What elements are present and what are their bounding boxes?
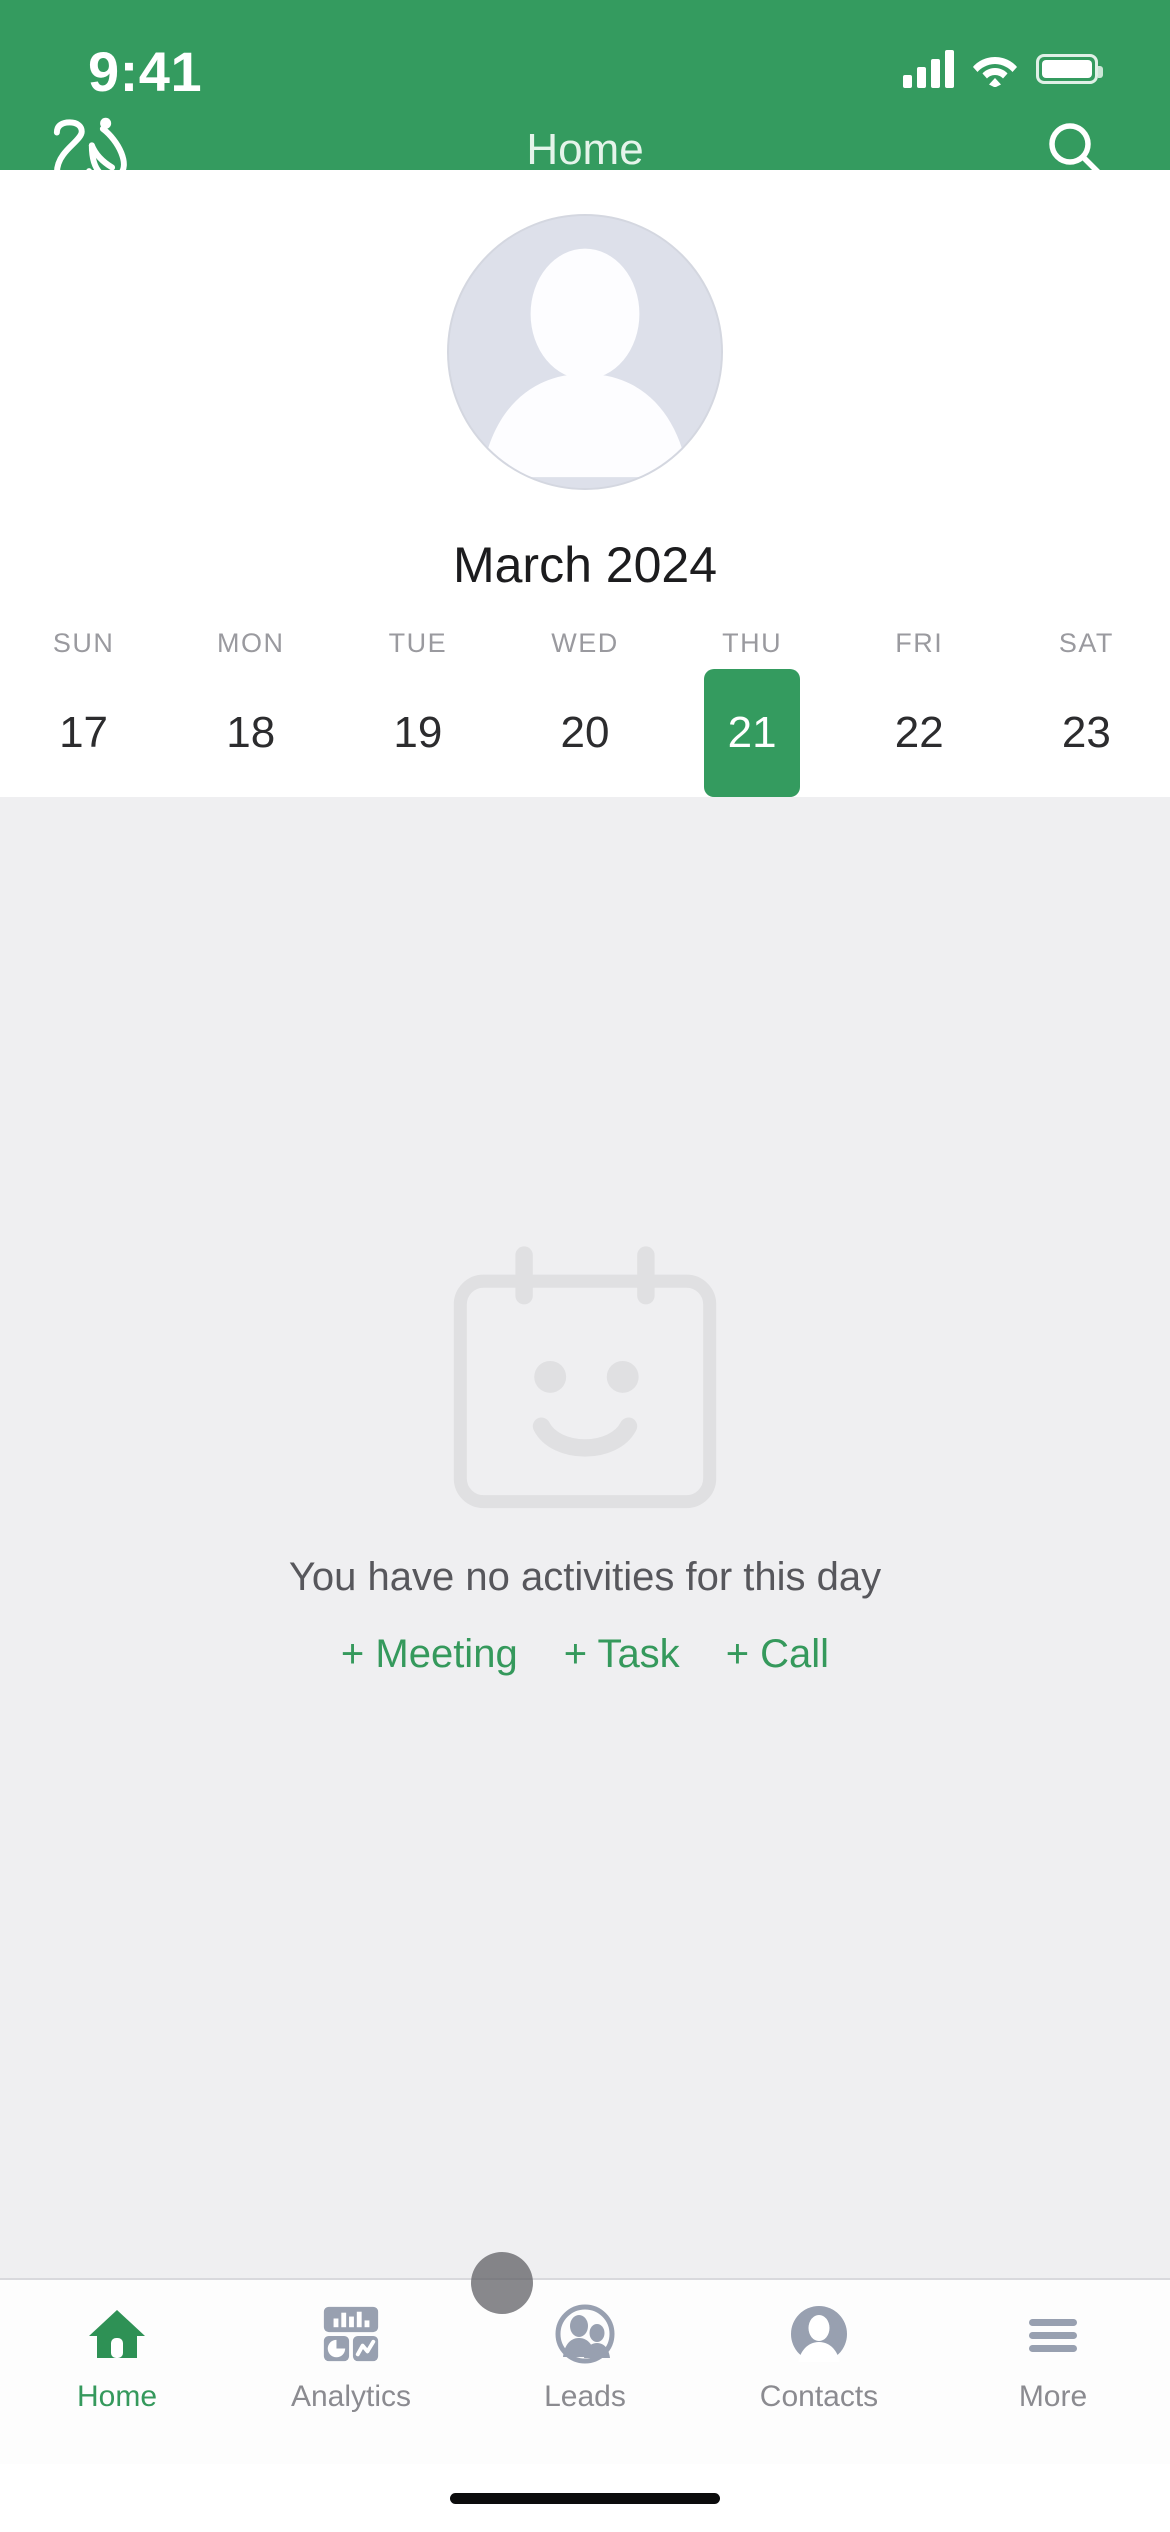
bottom-tab-bar: Home Analytics Leads Contacts More [0,2252,1170,2464]
date-cell[interactable]: 17 [0,669,167,797]
date-cell[interactable]: 21 [669,669,836,797]
touch-indicator [471,2252,533,2314]
weekday-label-sat: SAT [1058,628,1114,658]
date-18[interactable]: 18 [203,669,299,797]
signal-bars-icon [903,50,954,88]
weekday-label-tue: TUE [388,628,448,658]
page-title: Home [526,125,644,174]
weekday-label-mon: MON [216,628,285,658]
date-21-selected[interactable]: 21 [704,669,801,797]
date-cell[interactable]: 18 [167,669,334,797]
avatar-container[interactable] [0,214,1170,490]
date-17[interactable]: 17 [36,669,132,797]
tab-label-more: More [1018,2380,1088,2413]
quick-action-links: + Meeting + Task + Call [341,1632,829,1677]
tab-analytics[interactable]: Analytics [234,2302,468,2414]
calendar-smiley-icon [453,1245,717,1508]
date-22[interactable]: 22 [871,669,967,797]
home-icon [85,2302,149,2366]
leads-people-icon [553,2302,617,2366]
weekday-header-row: SUN MON TUE WED THU FRI SAT [0,628,1170,659]
tab-label-leads: Leads [544,2380,626,2413]
weekday-label-wed: WED [551,628,619,658]
avatar[interactable] [447,214,723,490]
tab-home[interactable]: Home [0,2302,234,2414]
date-cell[interactable]: 23 [1003,669,1170,797]
add-task-link[interactable]: + Task [564,1632,680,1677]
user-avatar-placeholder-icon [449,216,721,488]
app-header: Home [0,95,1170,205]
tab-label-home: Home [76,2380,158,2413]
date-23[interactable]: 23 [1038,669,1134,797]
status-indicators [903,44,1103,88]
month-label[interactable]: March 2024 [0,536,1170,594]
activities-empty-state: You have no activities for this day + Me… [0,797,1170,2278]
date-20[interactable]: 20 [537,669,633,797]
add-call-link[interactable]: + Call [726,1632,829,1677]
date-19[interactable]: 19 [370,669,466,797]
tab-leads[interactable]: Leads [468,2302,702,2414]
hamburger-menu-icon [1021,2302,1085,2366]
app-screen: 9:41 Home March 2024 SUN MON TUE WED THU… [0,0,1170,2532]
date-cell[interactable]: 20 [501,669,668,797]
date-cell[interactable]: 19 [334,669,501,797]
search-icon [1049,123,1104,178]
calendar-panel: March 2024 SUN MON TUE WED THU FRI SAT 1… [0,170,1170,797]
analytics-dashboard-icon [319,2302,383,2366]
contact-person-icon [787,2302,851,2366]
weekday-label-fri: FRI [895,628,944,658]
wifi-icon [973,57,1017,87]
date-strip: 17 18 19 20 21 22 23 [0,669,1170,797]
zia-logo[interactable] [44,114,136,186]
add-meeting-link[interactable]: + Meeting [341,1632,518,1677]
tab-more[interactable]: More [936,2302,1170,2414]
home-indicator[interactable] [450,2492,720,2504]
tab-label-contacts: Contacts [759,2380,879,2413]
weekday-label-sun: SUN [52,628,115,658]
search-button[interactable] [1034,108,1118,192]
tab-label-analytics: Analytics [290,2380,412,2413]
home-indicator-area [0,2464,1170,2532]
battery-icon [1036,54,1103,84]
empty-state-message: You have no activities for this day [288,1554,882,1599]
tab-contacts[interactable]: Contacts [702,2302,936,2414]
date-cell[interactable]: 22 [836,669,1003,797]
status-time: 9:41 [88,40,203,103]
weekday-label-thu: THU [722,628,783,658]
